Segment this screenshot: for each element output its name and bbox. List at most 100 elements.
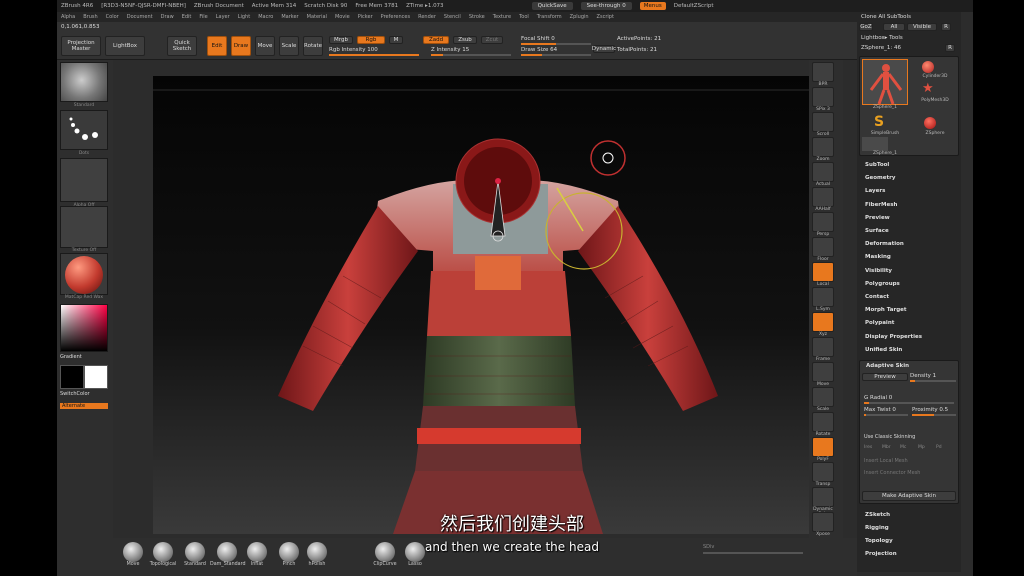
shelf-floor-button[interactable] [812, 237, 834, 257]
tool-menu-preview[interactable]: Preview [865, 215, 890, 221]
scale-mode-button[interactable]: Scale [279, 36, 299, 56]
adaptive-skin-title[interactable]: Adaptive Skin [866, 363, 909, 369]
menu-transform[interactable]: Transform [537, 14, 562, 20]
color-picker[interactable] [60, 304, 108, 352]
quick-sketch-button[interactable]: Quick Sketch [167, 36, 197, 56]
tool-menu-masking[interactable]: Masking [865, 254, 891, 260]
use-classic-skinning-toggle[interactable]: Use Classic Skinning [864, 434, 915, 440]
zadd-button[interactable]: Zadd [423, 36, 449, 44]
zsphere-tool-thumb[interactable] [862, 59, 908, 105]
tool-menu-polypaint[interactable]: Polypaint [865, 320, 894, 326]
tool-menu-contact[interactable]: Contact [865, 294, 889, 300]
max-twist-slider[interactable]: Max Twist 0 [864, 407, 908, 416]
tool-menu-polygroups[interactable]: Polygroups [865, 281, 900, 287]
projection-master-button[interactable]: Projection Master [61, 36, 101, 56]
ires-ires-slider[interactable]: Ires [864, 445, 872, 450]
tool-menu-deformation[interactable]: Deformation [865, 241, 904, 247]
alpha-thumbnail[interactable] [60, 158, 108, 202]
menus-toggle[interactable]: Menus [639, 2, 666, 10]
shelf-move-button[interactable] [812, 362, 834, 382]
edit-button[interactable]: Edit [207, 36, 227, 56]
shelf-scale-button[interactable] [812, 387, 834, 407]
menu-alpha[interactable]: Alpha [61, 14, 75, 20]
tool-menu-fibermesh[interactable]: FiberMesh [865, 202, 897, 208]
menu-texture[interactable]: Texture [493, 14, 511, 20]
menu-zplugin[interactable]: Zplugin [570, 14, 589, 20]
tool-menu-morph-target[interactable]: Morph Target [865, 307, 907, 313]
alternate-button[interactable]: Alternate [60, 403, 108, 409]
see-through-slider[interactable]: See-through 0 [580, 2, 632, 10]
proximity-slider[interactable]: Proximity 0.5 [912, 407, 956, 416]
tool-menu-layers[interactable]: Layers [865, 188, 885, 194]
default-zscript-button[interactable]: DefaultZScript [674, 3, 714, 9]
shelf-frame-button[interactable] [812, 337, 834, 357]
cylinder3d-icon[interactable] [922, 61, 934, 73]
lightbox-button[interactable]: LightBox [105, 36, 145, 56]
material-thumbnail[interactable] [60, 253, 108, 295]
menu-color[interactable]: Color [106, 14, 119, 20]
menu-light[interactable]: Light [238, 14, 250, 20]
menu-macro[interactable]: Macro [258, 14, 273, 20]
menu-marker[interactable]: Marker [281, 14, 298, 20]
menu-document[interactable]: Document [127, 14, 153, 20]
shelf-spix-3-button[interactable] [812, 87, 834, 107]
secondary-color-swatch[interactable] [60, 365, 84, 389]
menu-brush[interactable]: Brush [83, 14, 97, 20]
menu-preferences[interactable]: Preferences [381, 14, 410, 20]
polymesh3d-star-icon[interactable]: ★ [922, 82, 934, 95]
stroke-thumbnail[interactable] [60, 110, 108, 150]
gradient-label[interactable]: Gradient [60, 354, 108, 360]
ires-mc-slider[interactable]: Mc [900, 445, 906, 450]
menu-material[interactable]: Material [307, 14, 327, 20]
rgb-intensity-slider[interactable]: Rgb Intensity 100 [329, 47, 419, 56]
menu-stencil[interactable]: Stencil [444, 14, 461, 20]
shelf-aahalf-button[interactable] [812, 187, 834, 207]
rgb-button[interactable]: Rgb [357, 36, 385, 44]
viewport-canvas[interactable] [153, 76, 825, 534]
menu-zscript[interactable]: Zscript [597, 14, 614, 20]
tool-menu-visibility[interactable]: Visibility [865, 268, 892, 274]
switchcolor-button[interactable]: SwitchColor [60, 391, 108, 397]
lightbox-tools-link[interactable]: Lightbox▸ Tools [861, 35, 903, 41]
r-button[interactable]: R [941, 23, 951, 31]
menu-edit[interactable]: Edit [182, 14, 192, 20]
clone-all-subtools-button[interactable]: Clone All SubTools [861, 14, 911, 20]
goz-button[interactable]: GoZ [859, 23, 873, 31]
menu-stroke[interactable]: Stroke [469, 14, 485, 20]
shelf-bpr-button[interactable] [812, 62, 834, 82]
shelf-xyz-button[interactable] [812, 312, 834, 332]
zsphere-icon[interactable] [924, 117, 936, 129]
shelf-transp-button[interactable] [812, 462, 834, 482]
dynamic-button[interactable]: Dynamic [592, 45, 616, 53]
insert-connector-mesh-button[interactable]: Insert Connector Mesh [864, 470, 920, 476]
ires-pd-slider[interactable]: Pd [936, 445, 942, 450]
ires-mbr-slider[interactable]: Mbr [882, 445, 891, 450]
menu-layer[interactable]: Layer [216, 14, 230, 20]
simplebrush-s-icon[interactable]: S [874, 115, 884, 129]
all-button[interactable]: All [883, 23, 905, 31]
shelf-polyf-button[interactable] [812, 437, 834, 457]
menu-draw[interactable]: Draw [161, 14, 174, 20]
menu-render[interactable]: Render [418, 14, 436, 20]
focal-shift-slider[interactable]: Focal Shift 0 [521, 36, 591, 45]
quicksave-button[interactable]: QuickSave [531, 2, 573, 10]
tool-menu-subtool[interactable]: SubTool [865, 162, 889, 168]
mrgb-button[interactable]: Mrgb [329, 36, 353, 44]
brush-thumbnail[interactable] [60, 62, 108, 102]
r-button-2[interactable]: R [945, 44, 955, 52]
draw-size-slider[interactable]: Draw Size 64 [521, 47, 591, 56]
shelf-actual-button[interactable] [812, 162, 834, 182]
density-slider[interactable]: Density 1 [910, 373, 956, 382]
menu-picker[interactable]: Picker [358, 14, 373, 20]
main-color-swatch[interactable] [84, 365, 108, 389]
texture-thumbnail[interactable] [60, 206, 108, 248]
tool-menu-display-properties[interactable]: Display Properties [865, 334, 922, 340]
zcut-button[interactable]: Zcut [481, 36, 503, 44]
tool-menu-geometry[interactable]: Geometry [865, 175, 895, 181]
shelf-persp-button[interactable] [812, 212, 834, 232]
zsphere-copy-thumb[interactable] [862, 137, 888, 151]
insert-local-mesh-button[interactable]: Insert Local Mesh [864, 458, 908, 464]
preview-button[interactable]: Preview [862, 373, 908, 381]
shelf-zoom-button[interactable] [812, 137, 834, 157]
rotate-mode-button[interactable]: Rotate [303, 36, 323, 56]
